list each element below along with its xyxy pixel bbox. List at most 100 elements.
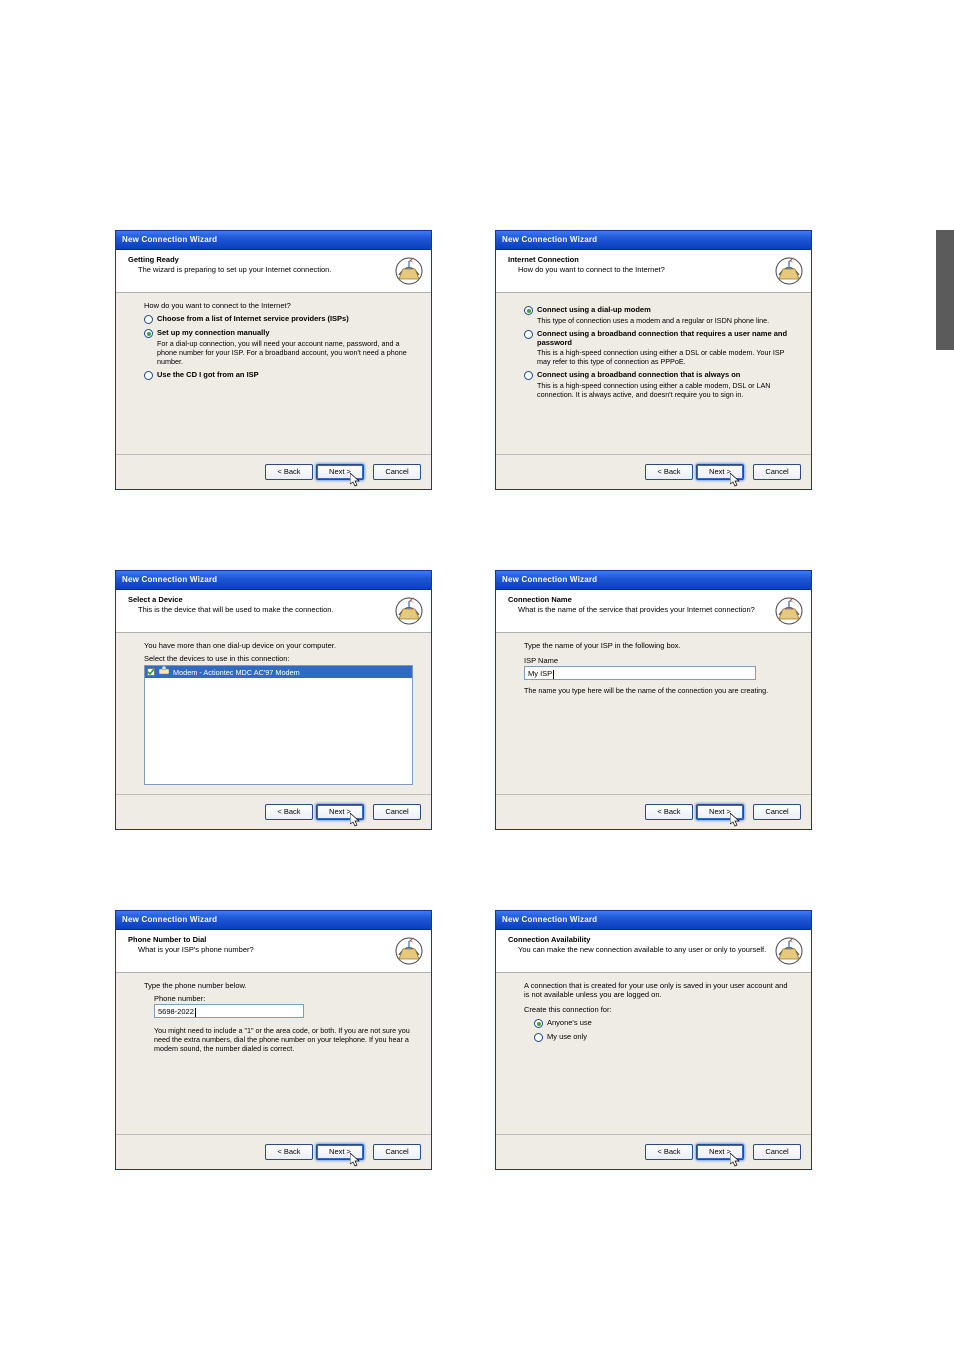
header-title: Select a Device — [128, 595, 393, 604]
isp-name-label: ISP Name — [524, 656, 793, 665]
back-button[interactable]: < Back — [645, 464, 693, 480]
device-info-line2: Select the devices to use in this connec… — [144, 654, 413, 663]
back-button[interactable]: < Back — [265, 1144, 313, 1160]
window-title: New Connection Wizard — [116, 571, 431, 590]
availability-info: A connection that is created for your us… — [524, 981, 793, 999]
next-button-label: Next > — [709, 467, 731, 476]
wizard-phone-number: New Connection Wizard Phone Number to Di… — [115, 910, 432, 1170]
phone-hint: You might need to include a "1" or the a… — [144, 1026, 413, 1053]
radio-broadband-user[interactable] — [524, 330, 533, 339]
device-info-line1: You have more than one dial-up device on… — [144, 641, 413, 650]
header-title: Getting Ready — [128, 255, 393, 264]
wizard-getting-ready: New Connection Wizard Getting Ready The … — [115, 230, 432, 490]
prompt-text: How do you want to connect to the Intern… — [144, 301, 413, 310]
window-title: New Connection Wizard — [116, 911, 431, 930]
radio-broadband-always-desc: This is a high-speed connection using ei… — [524, 381, 793, 399]
header-desc: The wizard is preparing to set up your I… — [128, 265, 393, 274]
next-button[interactable]: Next > — [316, 464, 364, 480]
check-icon — [148, 669, 154, 675]
wizard-icon — [393, 935, 425, 967]
device-name: Modem - Actiontec MDC AC'97 Modem — [173, 668, 300, 677]
modem-icon — [159, 666, 169, 678]
radio-anyone[interactable] — [534, 1019, 543, 1028]
wizard-icon — [393, 255, 425, 287]
radio-my-use-label: My use only — [547, 1032, 587, 1041]
phone-input[interactable]: 5698-2022 — [154, 1004, 304, 1018]
header-desc: This is the device that will be used to … — [128, 605, 393, 614]
back-button[interactable]: < Back — [265, 464, 313, 480]
wizard-select-device: New Connection Wizard Select a Device Th… — [115, 570, 432, 830]
wizard-connection-name: New Connection Wizard Connection Name Wh… — [495, 570, 812, 830]
wizard-icon — [773, 935, 805, 967]
device-checkbox[interactable] — [147, 668, 155, 676]
radio-broadband-always-label: Connect using a broadband connection tha… — [537, 370, 740, 379]
wizard-header: Phone Number to Dial What is your ISP's … — [116, 930, 431, 973]
wizard-header: Connection Availability You can make the… — [496, 930, 811, 973]
radio-manual-label: Set up my connection manually — [157, 328, 270, 337]
next-button[interactable]: Next > — [316, 1144, 364, 1160]
radio-use-cd[interactable] — [144, 371, 153, 380]
next-button[interactable]: Next > — [696, 804, 744, 820]
wizard-icon — [393, 595, 425, 627]
availability-prompt: Create this connection for: — [524, 1005, 793, 1014]
next-button[interactable]: Next > — [696, 464, 744, 480]
window-title: New Connection Wizard — [116, 231, 431, 250]
header-desc: What is your ISP's phone number? — [128, 945, 393, 954]
next-button-label: Next > — [329, 467, 351, 476]
next-button-label: Next > — [329, 807, 351, 816]
radio-broadband-user-desc: This is a high-speed connection using ei… — [524, 348, 793, 366]
wizard-header: Connection Name What is the name of the … — [496, 590, 811, 633]
cursor-icon — [730, 473, 741, 487]
header-desc: How do you want to connect to the Intern… — [508, 265, 773, 274]
radio-manual-desc: For a dial-up connection, you will need … — [144, 339, 413, 366]
radio-broadband-always[interactable] — [524, 371, 533, 380]
wizard-header: Getting Ready The wizard is preparing to… — [116, 250, 431, 293]
wizard-icon — [773, 595, 805, 627]
radio-use-cd-label: Use the CD I got from an ISP — [157, 370, 259, 379]
cancel-button[interactable]: Cancel — [753, 1144, 801, 1160]
header-title: Connection Name — [508, 595, 773, 604]
next-button-label: Next > — [329, 1147, 351, 1156]
window-title: New Connection Wizard — [496, 231, 811, 250]
wizard-connection-availability: New Connection Wizard Connection Availab… — [495, 910, 812, 1170]
header-desc: What is the name of the service that pro… — [508, 605, 773, 614]
phone-value: 5698-2022 — [158, 1007, 194, 1016]
window-title: New Connection Wizard — [496, 571, 811, 590]
next-button[interactable]: Next > — [696, 1144, 744, 1160]
isp-name-value: My ISP — [528, 669, 552, 678]
page-side-tab — [936, 230, 954, 350]
cursor-icon — [730, 813, 741, 827]
cancel-button[interactable]: Cancel — [753, 464, 801, 480]
header-title: Connection Availability — [508, 935, 773, 944]
cancel-button[interactable]: Cancel — [753, 804, 801, 820]
radio-dialup-modem[interactable] — [524, 306, 533, 315]
cursor-icon — [350, 813, 361, 827]
phone-label: Phone number: — [144, 994, 413, 1003]
wizard-internet-connection: New Connection Wizard Internet Connectio… — [495, 230, 812, 490]
back-button[interactable]: < Back — [265, 804, 313, 820]
cancel-button[interactable]: Cancel — [373, 464, 421, 480]
cancel-button[interactable]: Cancel — [373, 804, 421, 820]
next-button-label: Next > — [709, 807, 731, 816]
wizard-header: Internet Connection How do you want to c… — [496, 250, 811, 293]
wizard-icon — [773, 255, 805, 287]
radio-broadband-user-label: Connect using a broadband connection tha… — [537, 329, 793, 347]
cancel-button[interactable]: Cancel — [373, 1144, 421, 1160]
next-button-label: Next > — [709, 1147, 731, 1156]
window-title: New Connection Wizard — [496, 911, 811, 930]
device-list[interactable]: Modem - Actiontec MDC AC'97 Modem — [144, 665, 413, 785]
radio-anyone-label: Anyone's use — [547, 1018, 592, 1027]
isp-name-input[interactable]: My ISP — [524, 666, 756, 680]
next-button[interactable]: Next > — [316, 804, 364, 820]
back-button[interactable]: < Back — [645, 1144, 693, 1160]
header-desc: You can make the new connection availabl… — [508, 945, 773, 954]
radio-isp-list[interactable] — [144, 315, 153, 324]
radio-manual[interactable] — [144, 329, 153, 338]
back-button[interactable]: < Back — [645, 804, 693, 820]
device-list-item[interactable]: Modem - Actiontec MDC AC'97 Modem — [145, 666, 412, 678]
radio-my-use[interactable] — [534, 1033, 543, 1042]
phone-prompt: Type the phone number below. — [144, 981, 413, 990]
radio-isp-list-label: Choose from a list of Internet service p… — [157, 314, 349, 323]
radio-dialup-modem-label: Connect using a dial-up modem — [537, 305, 651, 314]
isp-prompt: Type the name of your ISP in the followi… — [524, 641, 793, 650]
